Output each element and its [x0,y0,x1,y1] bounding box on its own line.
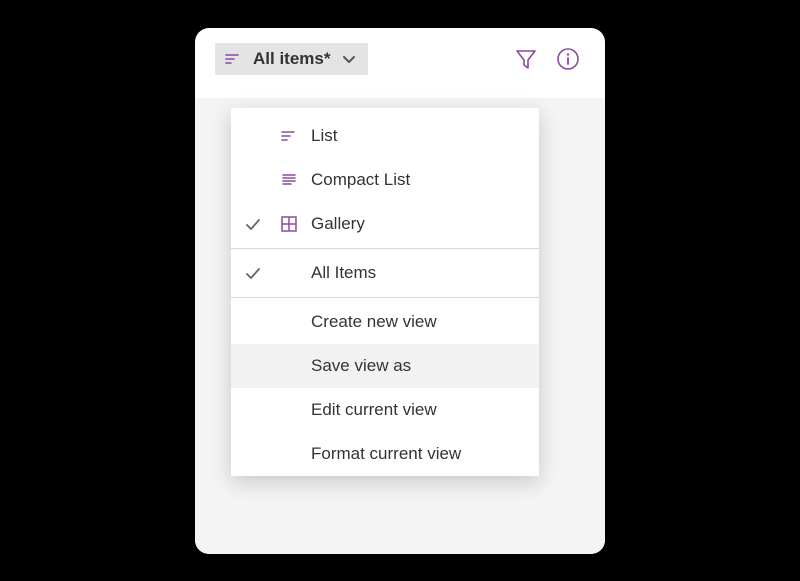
menu-divider [231,248,539,249]
compact-list-icon [275,170,303,190]
menu-item-format-view[interactable]: Format current view [231,432,539,476]
menu-item-save-view-as[interactable]: Save view as [231,344,539,388]
menu-item-gallery[interactable]: Gallery [231,202,539,246]
view-selector[interactable]: All items* [215,43,368,75]
menu-item-label: All Items [311,263,376,283]
menu-item-edit-view[interactable]: Edit current view [231,388,539,432]
menu-item-label: Gallery [311,214,365,234]
list-icon [223,49,243,69]
menu-item-all-items[interactable]: All Items [231,251,539,295]
menu-item-compact-list[interactable]: Compact List [231,158,539,202]
view-selector-label: All items* [253,49,330,69]
menu-item-label: Format current view [311,444,461,464]
gallery-icon [275,214,303,234]
view-dropdown: List Compact List [231,108,539,476]
menu-item-label: Save view as [311,356,411,376]
filter-icon [513,46,539,72]
menu-item-label: Create new view [311,312,437,332]
menu-item-create-view[interactable]: Create new view [231,300,539,344]
list-icon [275,126,303,146]
menu-item-list[interactable]: List [231,114,539,158]
menu-divider [231,297,539,298]
check-icon [239,264,267,282]
menu-item-label: Edit current view [311,400,437,420]
app-window: All items* [195,28,605,554]
check-icon [239,215,267,233]
info-icon [555,46,581,72]
toolbar: All items* [195,28,605,88]
menu-item-label: List [311,126,337,146]
chevron-down-icon [340,50,358,68]
filter-button[interactable] [509,42,543,76]
info-button[interactable] [551,42,585,76]
menu-item-label: Compact List [311,170,410,190]
